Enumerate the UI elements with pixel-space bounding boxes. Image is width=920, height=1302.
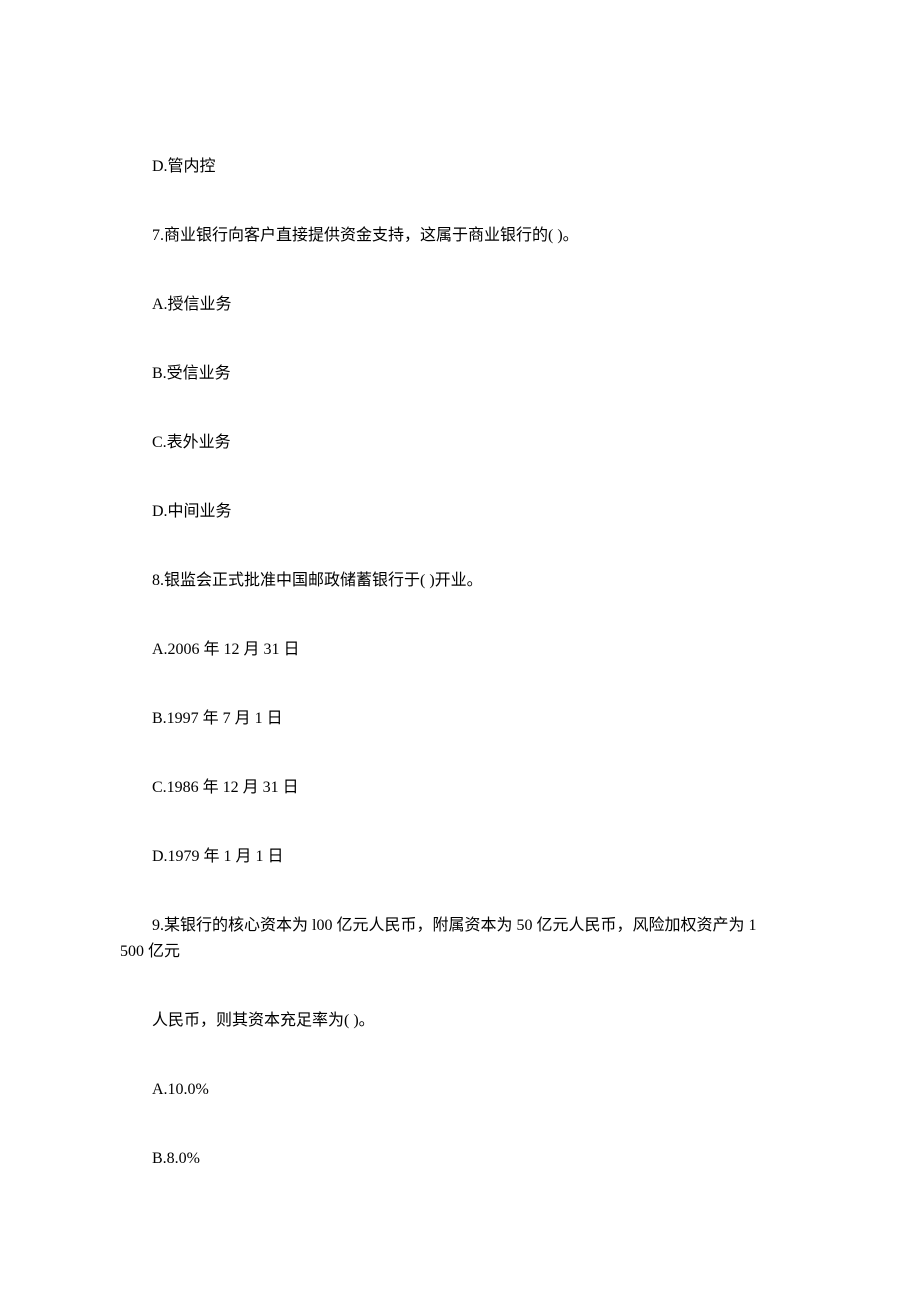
option-a-q9: A.10.0% <box>120 1078 800 1102</box>
question-7: 7.商业银行向客户直接提供资金支持，这属于商业银行的( )。 <box>120 224 800 248</box>
question-9-line2: 500 亿元 <box>120 940 800 964</box>
option-b-q8: B.1997 年 7 月 1 日 <box>120 707 800 731</box>
question-9-line3: 人民币，则其资本充足率为( )。 <box>120 1009 800 1033</box>
option-d-q7: D.中间业务 <box>120 500 800 524</box>
document-page: D.管内控 7.商业银行向客户直接提供资金支持，这属于商业银行的( )。 A.授… <box>0 0 920 1231</box>
option-b-q9: B.8.0% <box>120 1147 800 1171</box>
question-9-line1: 9.某银行的核心资本为 l00 亿元人民币，附属资本为 50 亿元人民币，风险加… <box>120 914 800 938</box>
option-a-q8: A.2006 年 12 月 31 日 <box>120 638 800 662</box>
option-c-q8: C.1986 年 12 月 31 日 <box>120 776 800 800</box>
option-d-q6: D.管内控 <box>120 155 800 179</box>
option-a-q7: A.授信业务 <box>120 293 800 317</box>
option-d-q8: D.1979 年 1 月 1 日 <box>120 845 800 869</box>
option-b-q7: B.受信业务 <box>120 362 800 386</box>
option-c-q7: C.表外业务 <box>120 431 800 455</box>
question-8: 8.银监会正式批准中国邮政储蓄银行于( )开业。 <box>120 569 800 593</box>
